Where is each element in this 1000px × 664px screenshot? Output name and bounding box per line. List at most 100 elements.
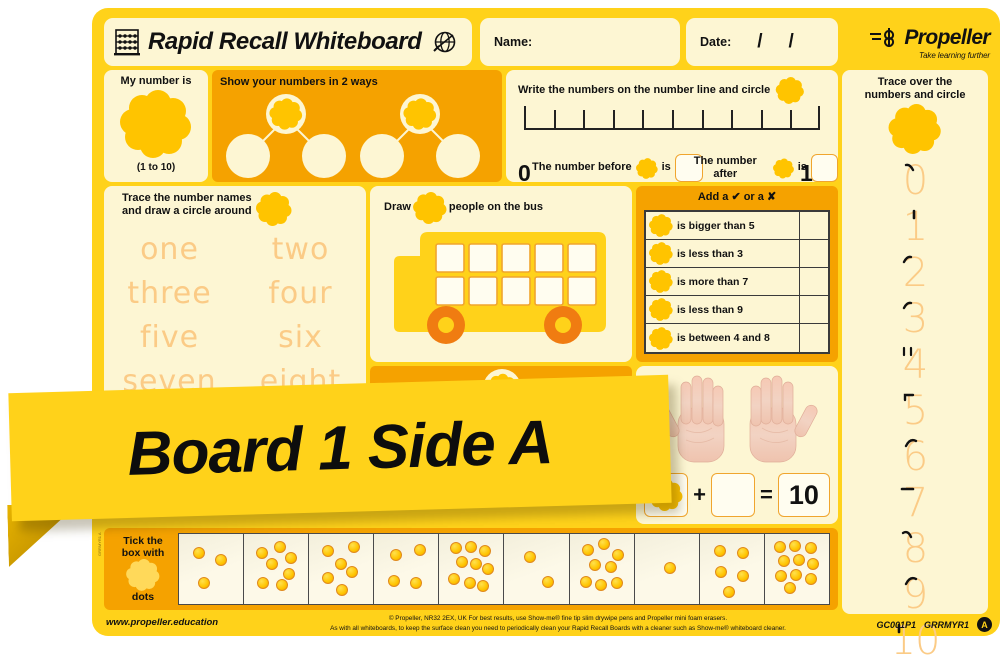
bus-panel: Draw people on the bus xyxy=(370,186,632,362)
number-word[interactable]: four xyxy=(235,279,366,309)
product-code-1: GC001P1 xyxy=(876,619,916,630)
dot xyxy=(414,543,427,556)
trace-number-item[interactable]: 5 xyxy=(842,388,988,434)
trace-number-item[interactable]: 4 xyxy=(842,342,988,388)
globe-icon xyxy=(432,31,455,53)
dot xyxy=(611,549,624,562)
footer-url[interactable]: www.propeller.education xyxy=(106,617,218,628)
dot xyxy=(789,539,802,552)
footer: www.propeller.education © Propeller, NR3… xyxy=(92,612,1000,636)
dot xyxy=(722,585,735,598)
two-ways-title: Show your numbers in 2 ways xyxy=(220,76,378,88)
dots-box[interactable] xyxy=(634,534,700,604)
dot xyxy=(346,566,359,579)
dots-boxes-row[interactable] xyxy=(178,533,830,605)
number-after-is: is xyxy=(797,161,807,174)
product-code-2: GRRMYR1 xyxy=(923,619,969,630)
dot xyxy=(449,542,462,555)
my-number-flower[interactable] xyxy=(120,90,192,163)
dots-box[interactable] xyxy=(244,534,310,604)
dot xyxy=(479,545,492,558)
dots-box[interactable] xyxy=(504,534,570,604)
dots-box[interactable] xyxy=(309,534,375,604)
trace-number-item[interactable]: 3 xyxy=(842,296,988,342)
date-field[interactable]: Date: / / xyxy=(686,18,838,66)
trace-flower-icon[interactable] xyxy=(888,104,942,154)
answer-cell[interactable] xyxy=(799,212,828,239)
number-word[interactable]: one xyxy=(104,235,235,265)
dots-box[interactable] xyxy=(699,534,765,604)
row-flower-icon xyxy=(649,242,673,265)
dot xyxy=(285,552,298,565)
name-field[interactable]: Name: xyxy=(480,18,680,66)
number-line-flower-icon xyxy=(775,77,805,104)
number-line-title: Write the numbers on the number line and… xyxy=(518,83,771,96)
table-row[interactable]: is less than 9 xyxy=(646,296,828,324)
dot xyxy=(605,560,618,573)
number-line[interactable]: 0 10 xyxy=(518,102,826,186)
statement-text: is between 4 and 8 xyxy=(677,332,770,344)
footer-line-2: As with all whiteboards, to keep the sur… xyxy=(330,624,786,632)
dot xyxy=(265,557,278,570)
trace-number-item[interactable]: 6 xyxy=(842,434,988,480)
trace-number-item[interactable]: 2 xyxy=(842,250,988,296)
number-word[interactable]: two xyxy=(235,235,366,265)
my-number-range: (1 to 10) xyxy=(136,162,176,173)
show-two-ways-panel: Show your numbers in 2 ways xyxy=(212,70,502,182)
row-flower-icon xyxy=(649,270,673,293)
abacus-icon xyxy=(114,29,140,56)
number-line-panel: Write the numbers on the number line and… xyxy=(506,70,838,186)
dot xyxy=(198,577,211,590)
statement-text: is bigger than 5 xyxy=(677,219,755,232)
names-title-line2: and draw a circle around xyxy=(122,205,252,218)
names-flower-icon xyxy=(255,192,292,226)
trace-title-line2: numbers and circle xyxy=(864,89,966,101)
dot xyxy=(541,576,554,588)
part-whole-diagrams[interactable] xyxy=(222,92,492,178)
dot xyxy=(804,573,817,586)
dot xyxy=(610,577,623,590)
bus-illustration[interactable] xyxy=(390,222,612,346)
trace-number-item[interactable]: 7 xyxy=(842,480,988,526)
board-banner: Board 1 Side A xyxy=(0,374,700,538)
comparison-table[interactable]: is bigger than 5 is less than 3 is more … xyxy=(644,210,830,354)
dots-box[interactable] xyxy=(374,534,440,604)
answer-cell[interactable] xyxy=(799,268,828,295)
dot xyxy=(807,557,820,570)
dot xyxy=(389,549,402,562)
dot xyxy=(713,545,726,558)
equation-answer-input[interactable] xyxy=(711,473,755,517)
number-word[interactable]: six xyxy=(235,323,366,353)
dots-box[interactable] xyxy=(764,534,829,604)
table-row[interactable]: is less than 3 xyxy=(646,240,828,268)
title-panel: Rapid Recall Whiteboard xyxy=(104,18,472,66)
dot xyxy=(256,577,269,590)
statement-text: is more than 7 xyxy=(677,275,749,288)
table-row[interactable]: is more than 7 xyxy=(646,268,828,296)
table-row[interactable]: is between 4 and 8 xyxy=(646,324,828,352)
dots-box[interactable] xyxy=(439,534,505,604)
trace-numbers-list[interactable]: 0 1 2 3 4 5 6 7 8 9 10 xyxy=(842,158,988,664)
number-word[interactable]: three xyxy=(104,279,235,309)
trace-number-item[interactable]: 7 8 xyxy=(842,526,988,572)
dot xyxy=(465,541,477,553)
footer-legal: © Propeller, NR32 2EX, UK For best resul… xyxy=(288,614,828,634)
answer-cell[interactable] xyxy=(799,240,828,267)
trace-number-item[interactable]: 1 xyxy=(842,204,988,250)
table-row[interactable]: is bigger than 5 xyxy=(646,212,828,240)
dots-box[interactable] xyxy=(569,534,635,604)
dot xyxy=(790,569,803,581)
answer-cell[interactable] xyxy=(799,324,828,352)
date-label: Date: xyxy=(700,35,732,49)
trace-number-item[interactable]: 0 xyxy=(842,158,988,204)
dot xyxy=(273,541,286,553)
row-flower-icon xyxy=(649,326,673,350)
dot xyxy=(334,557,347,570)
side-badge: A xyxy=(977,617,992,632)
dot xyxy=(214,553,227,566)
dot xyxy=(664,562,677,574)
number-word[interactable]: five xyxy=(104,323,235,353)
answer-cell[interactable] xyxy=(799,296,828,323)
number-after-input[interactable] xyxy=(810,154,838,182)
dots-box[interactable] xyxy=(179,534,245,604)
